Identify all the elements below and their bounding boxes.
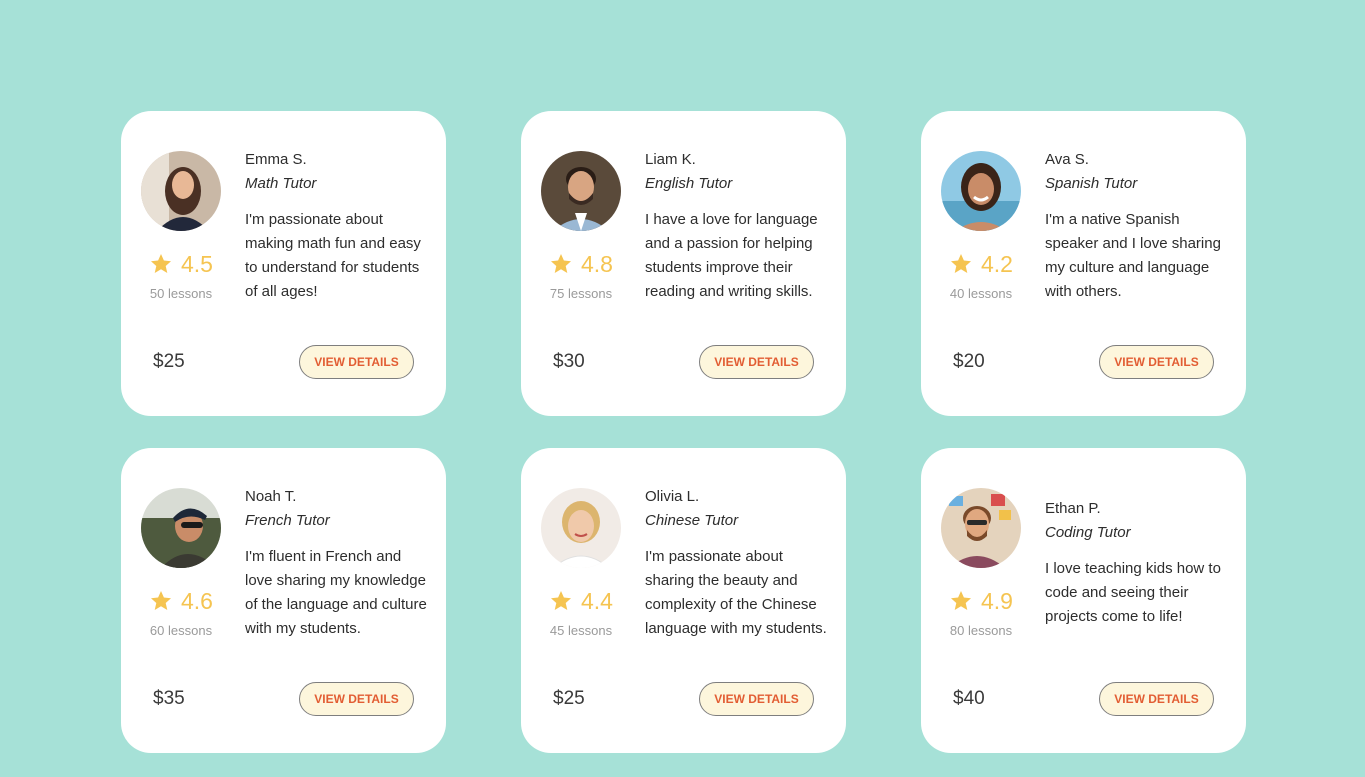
tutor-price: $35 — [153, 688, 185, 709]
rating: 4.6 — [149, 588, 213, 614]
view-details-button[interactable]: View details — [299, 682, 414, 716]
tutor-subject: English Tutor — [645, 175, 733, 192]
tutor-summary: 4.6 60 lessons — [141, 448, 221, 678]
tutor-info: Ethan P. Coding Tutor I love teaching ki… — [1045, 448, 1231, 678]
tutor-price: $25 — [553, 688, 585, 709]
tutor-grid: 4.5 50 lessons Emma S. Math Tutor I'm pa… — [121, 111, 1246, 753]
tutor-bio: I love teaching kids how to code and see… — [1045, 560, 1221, 625]
tutor-bio: I'm fluent in French and love sharing my… — [245, 548, 427, 637]
tutor-info: Liam K. English Tutor I have a love for … — [645, 111, 831, 341]
rating-value: 4.2 — [981, 251, 1013, 277]
tutor-bio: I'm passionate about making math fun and… — [245, 211, 421, 300]
tutor-bio: I have a love for language and a passion… — [645, 211, 818, 300]
tutor-price: $25 — [153, 351, 185, 372]
tutor-price: $30 — [553, 351, 585, 372]
star-icon — [151, 591, 171, 610]
tutor-summary: 4.4 45 lessons — [541, 448, 621, 678]
lesson-count: 45 lessons — [549, 623, 613, 638]
avatar — [141, 151, 221, 231]
rating: 4.9 — [949, 588, 1013, 614]
tutor-card: 4.4 45 lessons Olivia L. Chinese Tutor I… — [521, 448, 846, 753]
tutor-summary: 4.8 75 lessons — [541, 111, 621, 341]
tutor-bio: I'm passionate about sharing the beauty … — [645, 548, 827, 637]
rating: 4.8 — [549, 251, 613, 277]
tutor-info: Emma S. Math Tutor I'm passionate about … — [245, 111, 431, 341]
lesson-count: 40 lessons — [949, 286, 1013, 301]
tutor-price: $40 — [953, 688, 985, 709]
rating-value: 4.8 — [581, 251, 613, 277]
view-details-button[interactable]: View details — [699, 682, 814, 716]
star-icon — [951, 591, 971, 610]
tutor-subject: Math Tutor — [245, 175, 317, 192]
rating-value: 4.6 — [181, 588, 213, 614]
avatar — [541, 151, 621, 231]
star-icon — [551, 254, 571, 273]
tutor-info: Olivia L. Chinese Tutor I'm passionate a… — [645, 448, 831, 678]
tutor-card: 4.8 75 lessons Liam K. English Tutor I h… — [521, 111, 846, 416]
tutor-card: 4.2 40 lessons Ava S. Spanish Tutor I'm … — [921, 111, 1246, 416]
avatar — [541, 488, 621, 568]
tutor-name: Liam K. — [645, 151, 696, 168]
rating-value: 4.4 — [581, 588, 613, 614]
star-icon — [551, 591, 571, 610]
star-icon — [951, 254, 971, 273]
view-details-button[interactable]: View details — [299, 345, 414, 379]
view-details-button[interactable]: View details — [1099, 682, 1214, 716]
tutor-subject: French Tutor — [245, 512, 330, 529]
tutor-info: Ava S. Spanish Tutor I'm a native Spanis… — [1045, 111, 1231, 341]
tutor-price: $20 — [953, 351, 985, 372]
tutor-info: Noah T. French Tutor I'm fluent in Frenc… — [245, 448, 431, 678]
avatar — [941, 488, 1021, 568]
avatar — [941, 151, 1021, 231]
view-details-button[interactable]: View details — [1099, 345, 1214, 379]
rating: 4.4 — [549, 588, 613, 614]
tutor-summary: 4.5 50 lessons — [141, 111, 221, 341]
rating: 4.5 — [149, 251, 213, 277]
tutor-name: Emma S. — [245, 151, 307, 168]
tutor-name: Ava S. — [1045, 151, 1089, 168]
star-icon — [151, 254, 171, 273]
tutor-subject: Coding Tutor — [1045, 524, 1131, 541]
avatar — [141, 488, 221, 568]
tutor-subject: Spanish Tutor — [1045, 175, 1138, 192]
lesson-count: 60 lessons — [149, 623, 213, 638]
rating: 4.2 — [949, 251, 1013, 277]
tutor-card: 4.6 60 lessons Noah T. French Tutor I'm … — [121, 448, 446, 753]
view-details-button[interactable]: View details — [699, 345, 814, 379]
tutor-subject: Chinese Tutor — [645, 512, 739, 529]
tutor-name: Ethan P. — [1045, 500, 1101, 517]
tutor-summary: 4.9 80 lessons — [941, 448, 1021, 678]
tutor-card: 4.5 50 lessons Emma S. Math Tutor I'm pa… — [121, 111, 446, 416]
tutor-name: Noah T. — [245, 488, 297, 505]
lesson-count: 75 lessons — [549, 286, 613, 301]
lesson-count: 80 lessons — [949, 623, 1013, 638]
rating-value: 4.9 — [981, 588, 1013, 614]
tutor-card: 4.9 80 lessons Ethan P. Coding Tutor I l… — [921, 448, 1246, 753]
lesson-count: 50 lessons — [149, 286, 213, 301]
tutor-bio: I'm a native Spanish speaker and I love … — [1045, 211, 1221, 300]
tutor-summary: 4.2 40 lessons — [941, 111, 1021, 341]
rating-value: 4.5 — [181, 251, 213, 277]
tutor-name: Olivia L. — [645, 488, 700, 505]
